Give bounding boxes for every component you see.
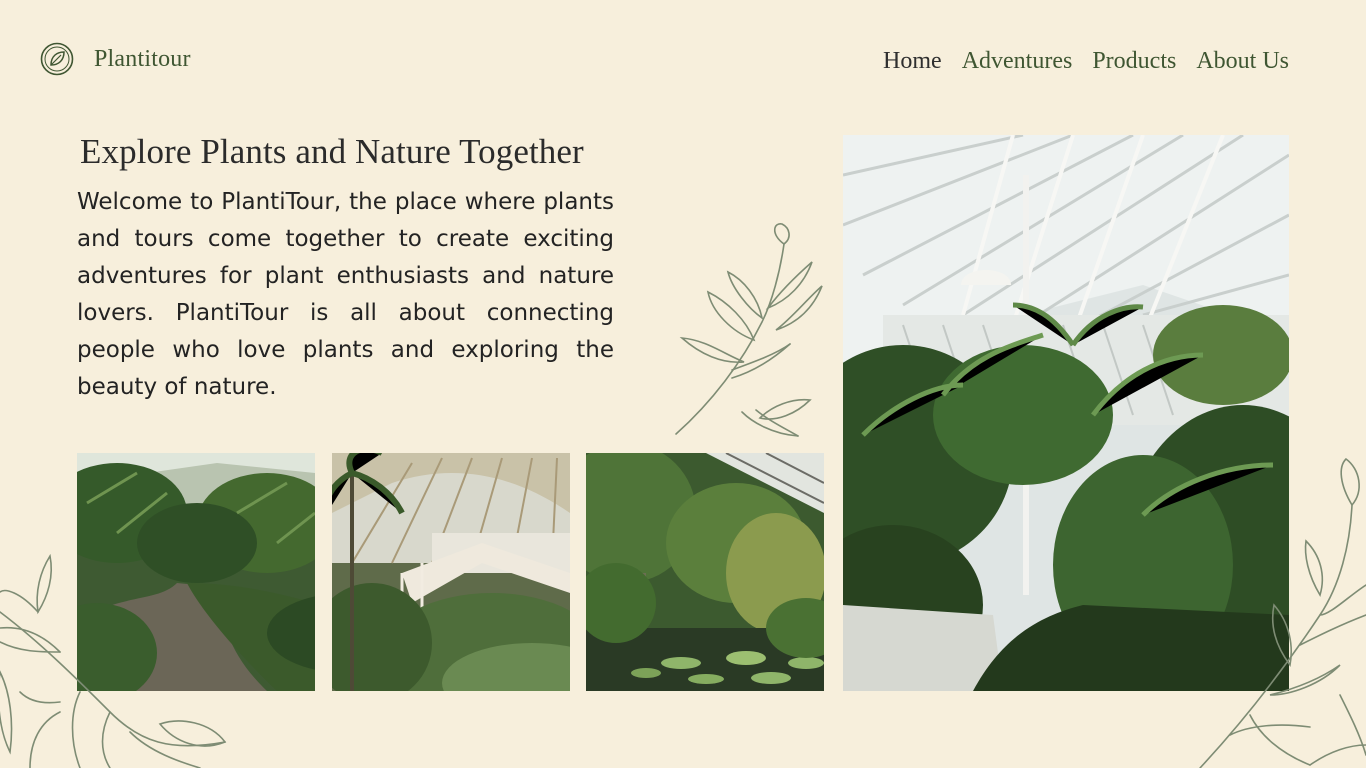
leaf-branch-decoration	[675, 223, 823, 437]
nav-adventures[interactable]: Adventures	[962, 48, 1073, 75]
page-title: Explore Plants and Nature Together	[80, 132, 584, 171]
photo-lily-pond	[586, 453, 824, 691]
nav-about-us[interactable]: About Us	[1196, 48, 1289, 75]
leaf-circle-icon	[40, 42, 74, 76]
nav-products[interactable]: Products	[1092, 48, 1176, 75]
photo-garden-path	[77, 453, 315, 691]
main-nav: Home Adventures Products About Us	[883, 48, 1289, 75]
nav-home[interactable]: Home	[883, 48, 942, 75]
photo-glasshouse-interior	[843, 135, 1289, 691]
intro-paragraph: Welcome to PlantiTour, the place where p…	[77, 189, 614, 400]
brand-name: Plantitour	[94, 45, 191, 72]
photo-greenhouse-stairs	[332, 453, 570, 691]
brand-logo[interactable]: Plantitour	[40, 42, 191, 76]
